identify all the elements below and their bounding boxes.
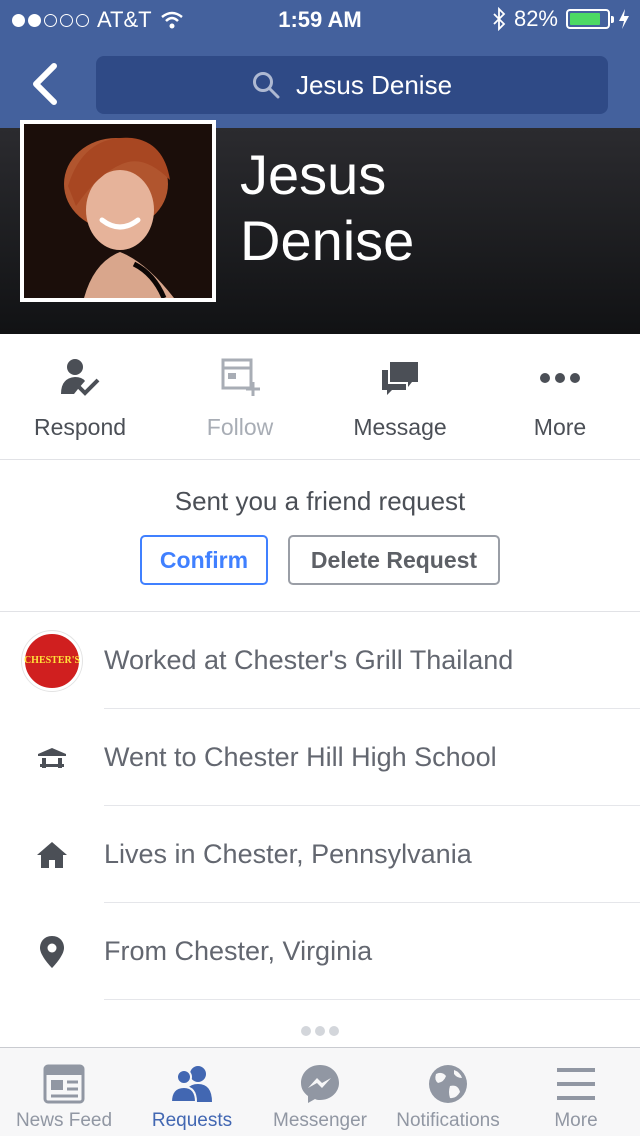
profile-photo-image <box>24 124 212 298</box>
profile-name: Jesus Denise <box>240 142 414 274</box>
bluetooth-icon <box>493 7 506 31</box>
battery-percent: 82% <box>513 6 558 31</box>
delete-request-button[interactable]: Delete Request <box>288 535 500 585</box>
divider <box>104 999 640 1000</box>
battery-fill <box>570 13 600 25</box>
chesters-logo-icon: CHESTER'S <box>22 630 82 691</box>
confirm-button[interactable]: Confirm <box>140 535 268 585</box>
profile-name-last: Denise <box>240 209 415 272</box>
info-icon-cell: CHESTER'S <box>0 630 104 691</box>
top-bar: AT&T 1:59 AM 82% Jesus Denise <box>0 0 640 128</box>
news-feed-icon <box>43 1064 85 1104</box>
info-row-from[interactable]: From Chester, Virginia <box>0 903 640 1000</box>
follow-label: Follow <box>206 414 274 440</box>
message-label: Message <box>353 414 447 440</box>
tab-messenger[interactable]: Messenger <box>256 1048 384 1136</box>
follow-button[interactable]: Follow <box>160 334 320 459</box>
messenger-icon <box>301 1065 339 1103</box>
profile-picture[interactable] <box>20 120 216 302</box>
info-school-text: Went to Chester Hill High School <box>104 742 497 772</box>
tab-bar: News Feed Requests Messenger Notificatio… <box>0 1047 640 1136</box>
info-row-lives[interactable]: Lives in Chester, Pennsylvania <box>0 806 640 903</box>
profile-name-first: Jesus <box>240 143 387 206</box>
info-row-school[interactable]: Went to Chester Hill High School <box>0 709 640 806</box>
message-button[interactable]: Message <box>320 334 480 459</box>
page-more-indicator-icon[interactable] <box>0 1026 640 1036</box>
globe-icon <box>429 1065 467 1103</box>
status-bar: AT&T 1:59 AM 82% <box>0 0 640 40</box>
tab-notifications-label: Notifications <box>396 1110 500 1131</box>
more-dots-icon <box>540 373 580 383</box>
friend-request-buttons: Confirm Delete Request <box>0 535 640 585</box>
search-icon <box>252 72 280 99</box>
tab-news-feed[interactable]: News Feed <box>0 1048 128 1136</box>
back-chevron-icon[interactable] <box>24 62 68 106</box>
message-bubbles-icon <box>382 362 418 395</box>
friend-request-text: Sent you a friend request <box>174 486 466 516</box>
intro-list: CHESTER'S Worked at Chester's Grill Thai… <box>0 612 640 1000</box>
tab-notifications[interactable]: Notifications <box>384 1048 512 1136</box>
status-right: 82% <box>492 6 630 32</box>
follow-feed-plus-icon <box>221 358 260 396</box>
more-button[interactable]: More <box>480 334 640 459</box>
respond-label: Respond <box>33 414 127 440</box>
tab-requests[interactable]: Requests <box>128 1048 256 1136</box>
requests-icon <box>170 1066 212 1103</box>
more-label: More <box>533 414 587 440</box>
info-icon-cell <box>0 934 104 970</box>
respond-button[interactable]: Respond <box>0 334 160 459</box>
info-work-text: Worked at Chester's Grill Thailand <box>104 645 514 675</box>
info-from-text: From Chester, Virginia <box>104 936 373 966</box>
search-value: Jesus Denise <box>295 69 453 100</box>
tab-more[interactable]: More <box>512 1048 640 1136</box>
info-lives-text: Lives in Chester, Pennsylvania <box>104 839 472 869</box>
tab-news-feed-label: News Feed <box>15 1110 113 1131</box>
info-row-work[interactable]: CHESTER'S Worked at Chester's Grill Thai… <box>0 612 640 709</box>
battery-icon <box>566 9 614 29</box>
respond-person-check-icon <box>61 359 100 396</box>
profile-actions: Respond Follow Message More <box>0 334 640 460</box>
location-pin-icon <box>40 935 64 968</box>
school-icon <box>38 747 66 768</box>
tab-more-label: More <box>554 1110 598 1131</box>
info-icon-cell <box>0 742 104 774</box>
tab-messenger-label: Messenger <box>273 1110 367 1131</box>
info-icon-cell <box>0 839 104 871</box>
tab-requests-label: Requests <box>151 1110 233 1131</box>
search-field[interactable]: Jesus Denise <box>96 56 608 114</box>
friend-request-panel: Sent you a friend request Confirm Delete… <box>0 460 640 612</box>
charging-bolt-icon <box>619 9 629 29</box>
home-icon <box>37 841 67 868</box>
hamburger-icon <box>557 1068 595 1100</box>
